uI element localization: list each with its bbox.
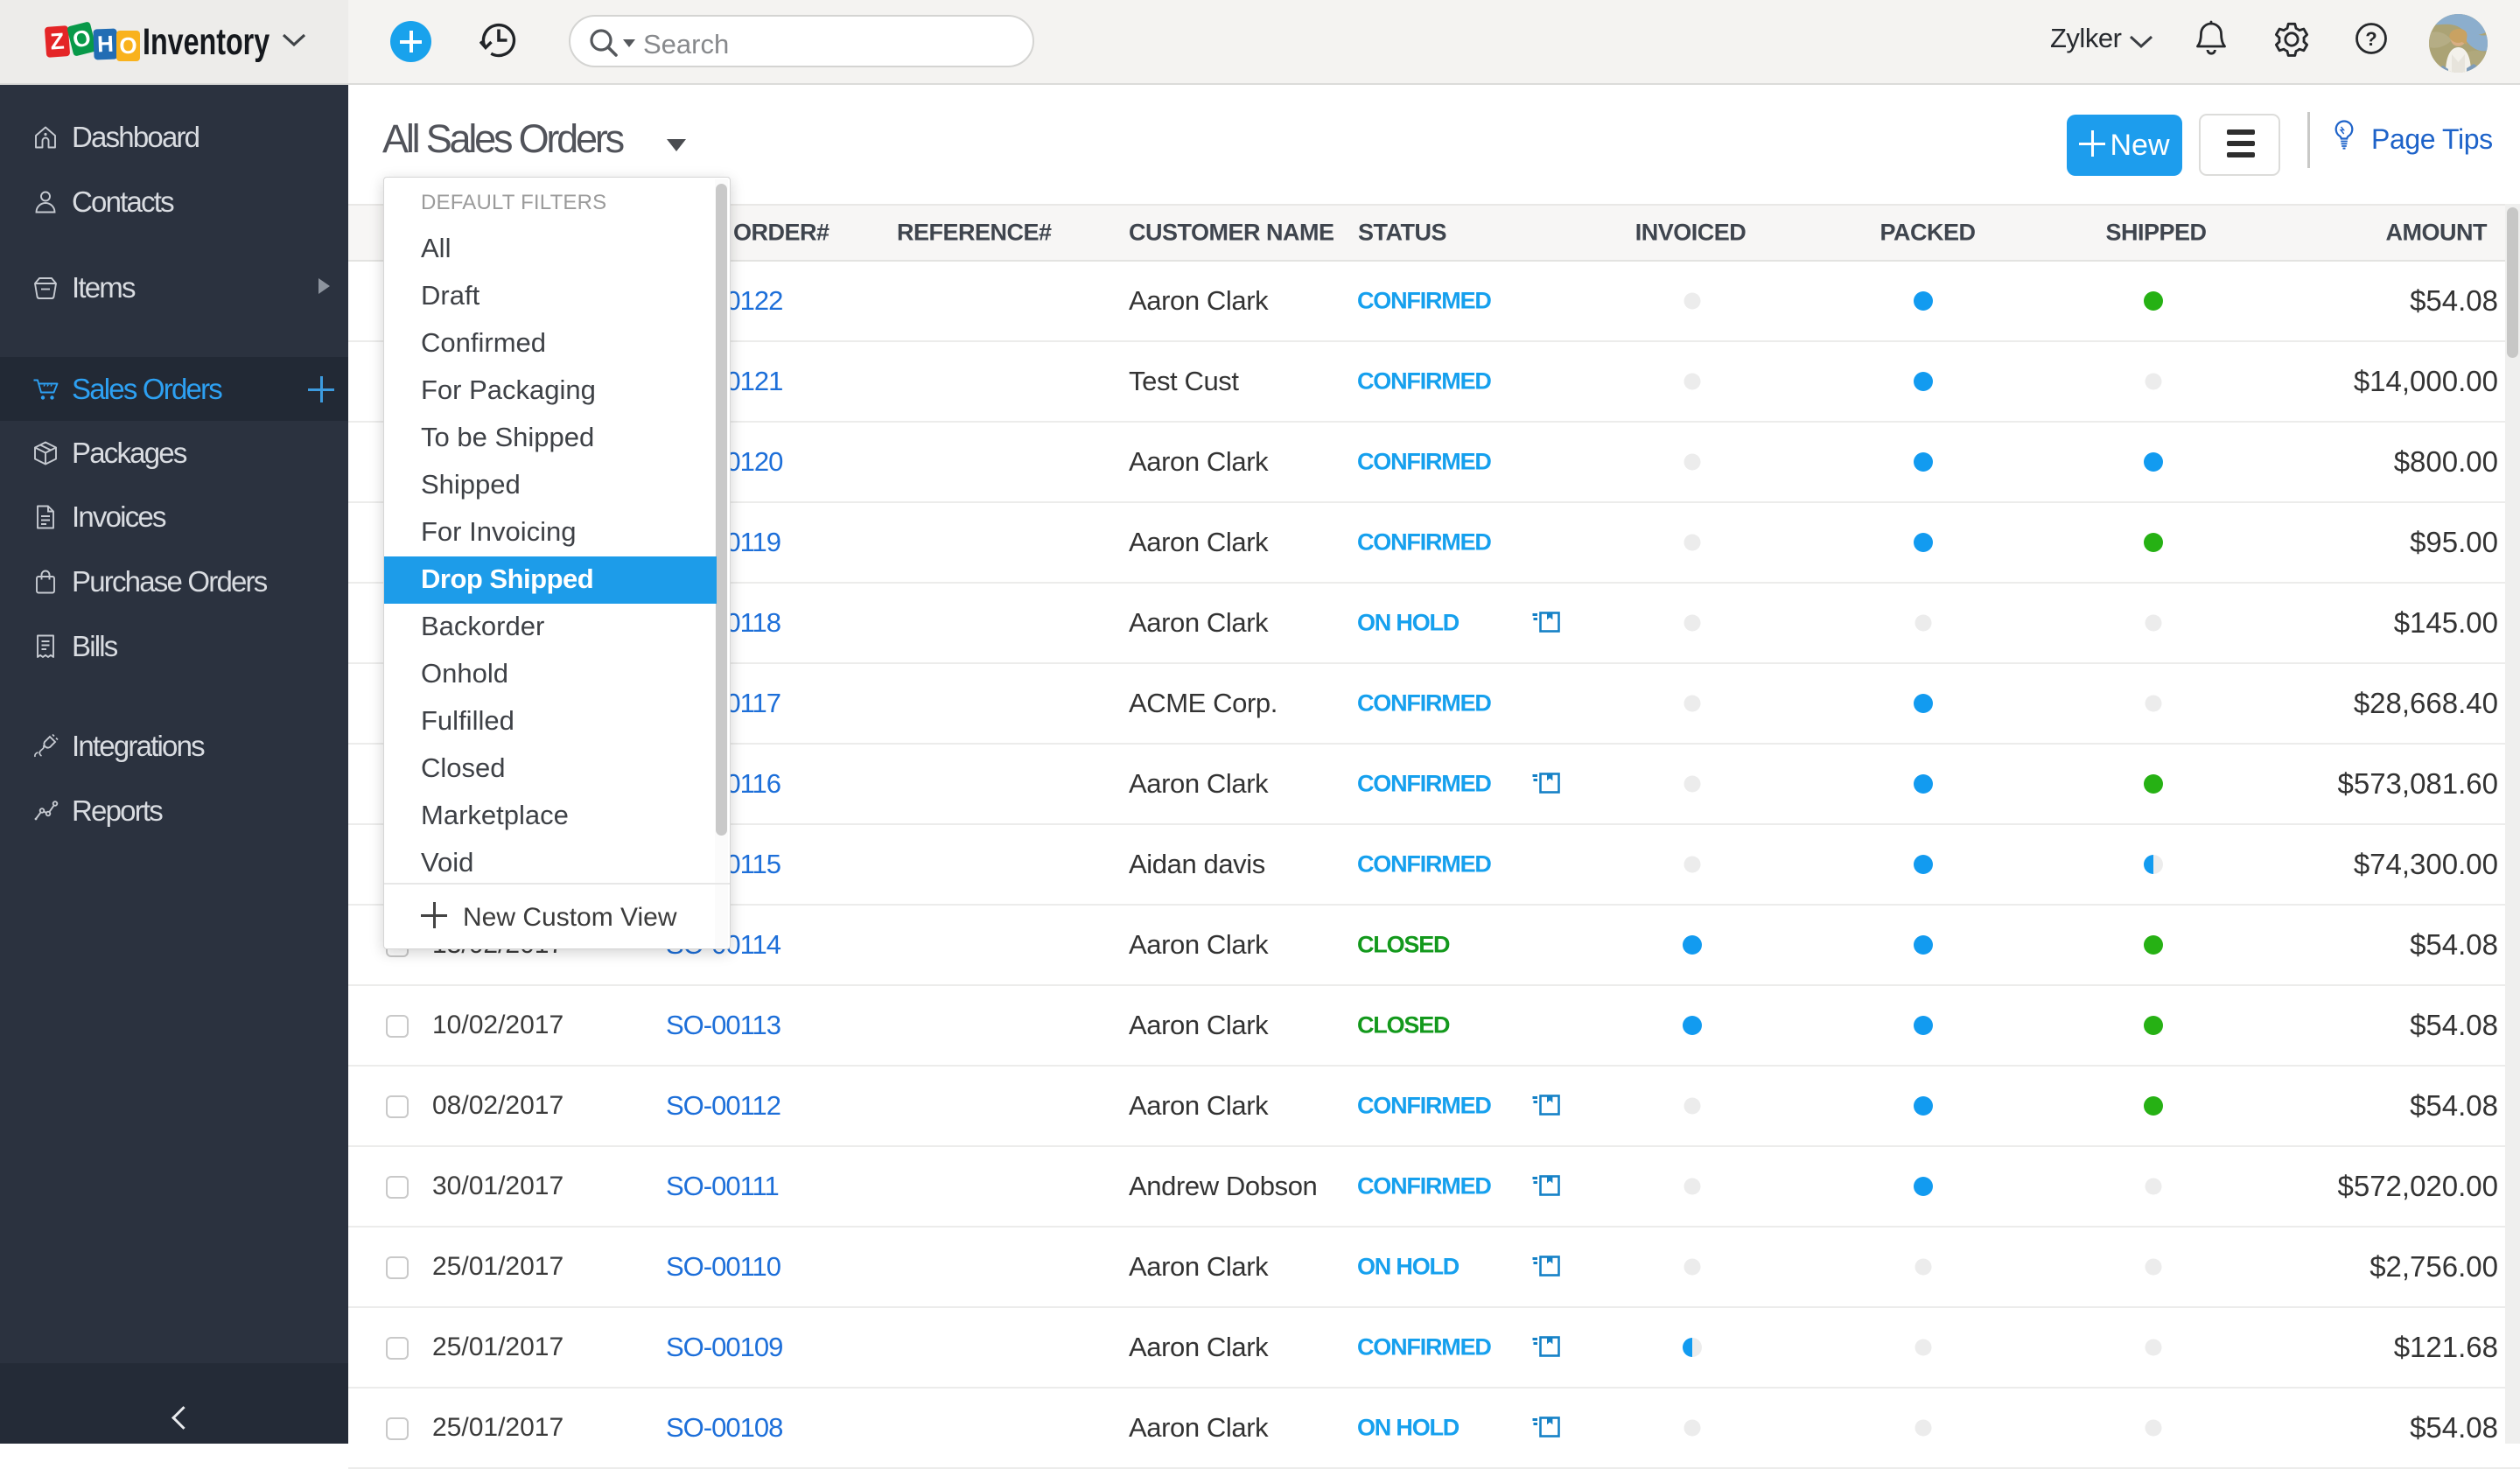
svg-text:?: ? <box>2365 28 2376 50</box>
